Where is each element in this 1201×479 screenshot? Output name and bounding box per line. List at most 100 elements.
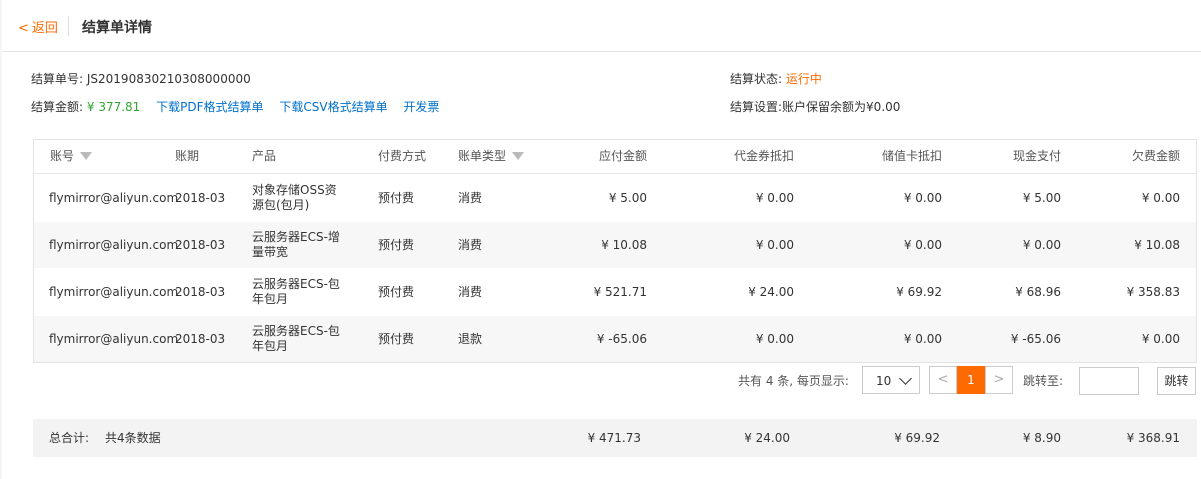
table-row: flymirror@aliyun.com 2018-03 云服务器ECS-包年包… — [34, 268, 1196, 315]
bill-number-value: JS20190830210308000000 — [86, 72, 251, 86]
product-cell: 云服务器ECS-增量带宽 — [252, 230, 340, 259]
due-cell: ¥ 521.71 — [593, 284, 647, 299]
voucher-cell: ¥ 24.00 — [748, 284, 794, 299]
settings-value: 账户保留余额为¥0.00 — [782, 100, 901, 114]
type-cell: 消费 — [458, 284, 483, 299]
col-voucher-header: 代金券抵扣 — [733, 149, 794, 163]
status-badge: 运行中 — [785, 72, 822, 86]
product-cell: 云服务器ECS-包年包月 — [252, 324, 340, 353]
amount-line: 结算金额: ¥ 377.81 下载PDF格式结算单 下载CSV格式结算单 开发票 — [31, 98, 439, 115]
chevron-down-icon — [899, 372, 912, 385]
card-cell: ¥ 0.00 — [903, 331, 942, 346]
card-cell: ¥ 0.00 — [903, 190, 942, 205]
table-row: flymirror@aliyun.com 2018-03 云服务器ECS-增量带… — [34, 221, 1196, 268]
page-size-value: 10 — [876, 374, 892, 388]
cash-cell: ¥ 0.00 — [1022, 237, 1061, 252]
owed-cell: ¥ 0.00 — [1141, 331, 1180, 346]
status-line: 结算状态: 运行中 — [730, 70, 822, 87]
header-divider — [68, 16, 69, 36]
jump-page-input[interactable] — [1079, 367, 1139, 395]
jump-label: 跳转至: — [1023, 374, 1064, 388]
download-csv-link[interactable]: 下载CSV格式结算单 — [279, 100, 387, 114]
col-pay-header: 付费方式 — [378, 149, 427, 163]
page-title: 结算单详情 — [82, 20, 152, 36]
owed-cell: ¥ 0.00 — [1141, 190, 1180, 205]
col-type-header: 账单类型 — [458, 140, 525, 173]
current-page-button[interactable]: 1 — [957, 366, 985, 394]
col-card-header: 储值卡抵扣 — [881, 149, 942, 163]
settings-label: 结算设置: — [730, 100, 783, 114]
back-button[interactable]: < 返回 — [18, 17, 58, 36]
pay-cell: 预付费 — [378, 190, 415, 205]
page-size-select[interactable]: 10 — [862, 366, 920, 394]
bill-number-line: 结算单号: JS20190830210308000000 — [31, 70, 251, 87]
table-header-row: 账号 账期 产品 付费方式 账单类型 应付金额 代金券抵扣 储值卡抵扣 现金支付… — [34, 140, 1196, 174]
back-label: 返回 — [31, 21, 58, 36]
account-cell: flymirror@aliyun.com — [49, 331, 179, 346]
col-cash-header: 现金支付 — [1012, 149, 1061, 163]
total-due: ¥ 471.73 — [587, 430, 641, 445]
type-cell: 退款 — [458, 331, 483, 346]
owed-cell: ¥ 358.83 — [1126, 284, 1180, 299]
total-row: 总合计: 共4条数据 ¥ 471.73 ¥ 24.00 ¥ 69.92 ¥ 8.… — [33, 419, 1197, 457]
settlement-detail-page: < 返回 结算单详情 结算单号: JS20190830210308000000 结… — [2, 0, 1201, 479]
card-cell: ¥ 69.92 — [896, 284, 942, 299]
total-cash: ¥ 8.90 — [1022, 430, 1061, 445]
type-cell: 消费 — [458, 190, 483, 205]
period-cell: 2018-03 — [175, 237, 226, 252]
col-account-label: 账号 — [50, 149, 75, 163]
jump-button[interactable]: 跳转 — [1157, 367, 1196, 395]
page-header: < 返回 结算单详情 — [2, 0, 1201, 52]
pay-cell: 预付费 — [378, 331, 415, 346]
cash-cell: ¥ 5.00 — [1022, 190, 1061, 205]
chevron-left-icon: < — [18, 21, 29, 36]
col-due-header: 应付金额 — [598, 149, 647, 163]
filter-icon[interactable] — [512, 151, 525, 160]
cash-cell: ¥ 68.96 — [1015, 284, 1061, 299]
table-row: flymirror@aliyun.com 2018-03 对象存储OSS资源包(… — [34, 174, 1196, 221]
due-cell: ¥ 5.00 — [608, 190, 647, 205]
prev-page-button[interactable]: < — [929, 366, 957, 394]
due-cell: ¥ -65.06 — [596, 331, 647, 346]
type-cell: 消费 — [458, 237, 483, 252]
voucher-cell: ¥ 0.00 — [755, 237, 794, 252]
filter-icon[interactable] — [80, 151, 93, 160]
col-product-header: 产品 — [252, 149, 277, 163]
amount-label: 结算金额: — [31, 100, 84, 114]
bill-number-label: 结算单号: — [31, 72, 84, 86]
due-cell: ¥ 10.08 — [601, 237, 647, 252]
card-cell: ¥ 0.00 — [903, 237, 942, 252]
owed-cell: ¥ 10.08 — [1134, 237, 1180, 252]
period-cell: 2018-03 — [175, 190, 226, 205]
invoice-link[interactable]: 开发票 — [403, 100, 439, 114]
period-cell: 2018-03 — [175, 284, 226, 299]
col-owed-header: 欠费金额 — [1131, 149, 1180, 163]
status-label: 结算状态: — [730, 72, 783, 86]
account-cell: flymirror@aliyun.com — [49, 237, 179, 252]
total-voucher: ¥ 24.00 — [744, 430, 790, 445]
voucher-cell: ¥ 0.00 — [755, 190, 794, 205]
col-account-header: 账号 — [50, 140, 93, 173]
pay-cell: 预付费 — [378, 237, 415, 252]
account-cell: flymirror@aliyun.com — [49, 284, 179, 299]
next-page-button[interactable]: > — [985, 366, 1013, 394]
total-card: ¥ 69.92 — [894, 430, 940, 445]
product-cell: 对象存储OSS资源包(包月) — [252, 183, 337, 212]
pay-cell: 预付费 — [378, 284, 415, 299]
product-cell: 云服务器ECS-包年包月 — [252, 277, 340, 306]
total-count: 共4条数据 — [105, 430, 161, 445]
cash-cell: ¥ -65.06 — [1010, 331, 1061, 346]
settlement-table: 账号 账期 产品 付费方式 账单类型 应付金额 代金券抵扣 储值卡抵扣 现金支付… — [33, 139, 1197, 363]
account-cell: flymirror@aliyun.com — [49, 190, 179, 205]
voucher-cell: ¥ 0.00 — [755, 331, 794, 346]
col-type-label: 账单类型 — [458, 149, 507, 163]
download-pdf-link[interactable]: 下载PDF格式结算单 — [156, 100, 263, 114]
period-cell: 2018-03 — [175, 331, 226, 346]
total-owed: ¥ 368.91 — [1126, 430, 1180, 445]
amount-value: ¥ 377.81 — [86, 100, 141, 114]
pagination-summary: 共有 4 条, 每页显示: — [738, 374, 849, 388]
total-label: 总合计: — [49, 430, 90, 445]
table-row: flymirror@aliyun.com 2018-03 云服务器ECS-包年包… — [34, 315, 1196, 362]
settings-line: 结算设置:账户保留余额为¥0.00 — [730, 98, 900, 115]
col-period-header: 账期 — [175, 149, 200, 163]
